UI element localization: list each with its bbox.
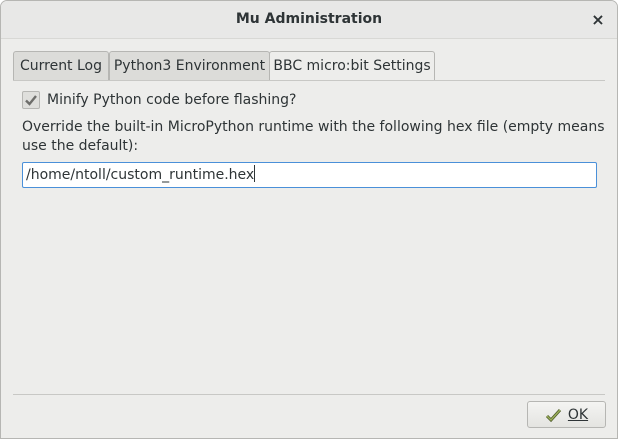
minify-label: Minify Python code before flashing? (47, 92, 297, 108)
checkmark-icon (25, 95, 37, 106)
footer-divider (13, 394, 605, 395)
hex-file-input[interactable]: /home/ntoll/custom_runtime.hex (22, 162, 597, 188)
minify-option: Minify Python code before flashing? (22, 90, 297, 110)
tab-python3-environment[interactable]: Python3 Environment (109, 51, 270, 80)
titlebar: Mu Administration × (1, 1, 617, 39)
tab-microbit-settings[interactable]: BBC micro:bit Settings (269, 51, 435, 81)
minify-checkbox[interactable] (22, 91, 40, 109)
ok-label: OK (567, 406, 589, 423)
ok-button[interactable]: OK (527, 401, 606, 428)
checkmark-icon (545, 407, 563, 423)
hex-file-value: /home/ntoll/custom_runtime.hex (26, 167, 255, 183)
tab-current-log[interactable]: Current Log (13, 51, 109, 80)
tab-divider (13, 80, 605, 81)
window-title: Mu Administration (235, 11, 383, 27)
override-description: Override the built-in MicroPython runtim… (22, 119, 605, 154)
mu-administration-dialog: Mu Administration × Current Log Python3 … (0, 0, 618, 439)
close-icon[interactable]: × (587, 9, 609, 31)
text-caret (254, 165, 256, 182)
